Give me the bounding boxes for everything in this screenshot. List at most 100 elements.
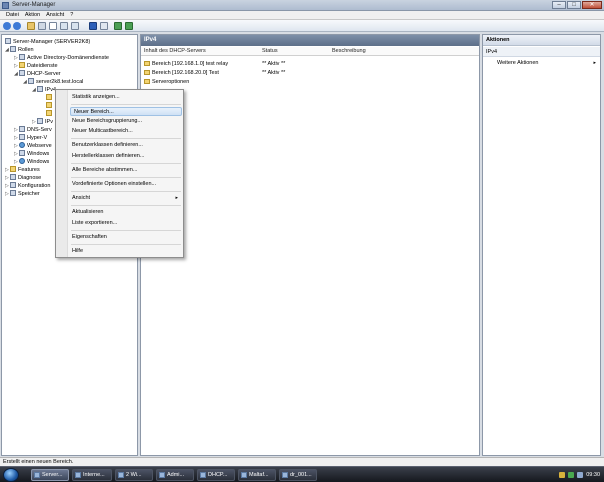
help-icon[interactable] <box>89 22 97 30</box>
menu-item-aktualisieren[interactable]: Aktualisieren <box>69 208 183 217</box>
tree-item-rollen[interactable]: ◢ Rollen <box>5 46 34 54</box>
folder-icon <box>46 94 52 100</box>
tray-volume-icon[interactable] <box>577 472 584 478</box>
folder-icon <box>46 110 52 116</box>
menu-bar: Datei Aktion Ansicht ? <box>0 11 604 20</box>
menu-item-hilfe[interactable]: Hilfe <box>69 247 183 256</box>
roles-icon <box>10 46 16 52</box>
menu-help[interactable]: ? <box>67 11 76 19</box>
show-hide-tree-icon[interactable] <box>38 22 46 30</box>
folder-icon <box>144 70 150 75</box>
actions-section-ipv4[interactable]: IPv4 <box>483 47 600 57</box>
taskbar-item-server-manager[interactable]: Server... <box>31 469 69 481</box>
up-folder-icon[interactable] <box>27 22 35 30</box>
column-header-status[interactable]: Status <box>262 48 278 54</box>
features-icon <box>10 166 16 172</box>
tree-item-features[interactable]: ▷ Features <box>5 166 40 174</box>
clock[interactable]: 09:30 <box>586 472 600 478</box>
config-icon <box>10 182 16 188</box>
submenu-arrow-icon: ▸ <box>175 195 178 201</box>
taskbar-item-dhcp[interactable]: DHCP... <box>197 469 235 481</box>
list-item[interactable]: Serveroptionen <box>141 78 479 86</box>
tree-item-windows-2[interactable]: ▷ Windows <box>14 158 49 166</box>
tree-item-ipv4[interactable]: ◢ IPv4 <box>32 86 56 94</box>
taskbar-item-dr001[interactable]: dr_001... <box>279 469 317 481</box>
column-header-inhalt[interactable]: Inhalt des DHCP-Servers <box>144 48 206 54</box>
title-bar: Server-Manager – □ ✕ <box>0 0 604 11</box>
refresh-icon[interactable] <box>60 22 68 30</box>
tree-item-diagnose[interactable]: ▷ Diagnose <box>5 174 41 182</box>
server-manager-icon <box>2 2 9 9</box>
tree-item-server2k8[interactable]: ◢ server2k8.test.local <box>23 78 83 86</box>
menu-separator <box>71 205 181 206</box>
computer-icon <box>28 78 34 84</box>
back-icon[interactable] <box>3 22 11 30</box>
tray-app-icon[interactable] <box>559 472 566 478</box>
list-item[interactable]: Bereich [192.168.20.0] Test ** Aktiv ** <box>141 69 479 77</box>
menu-item-benutzerklassen[interactable]: Benutzerklassen definieren... <box>69 141 183 150</box>
tree-item-windows-1[interactable]: ▷ Windows <box>14 150 49 158</box>
actions-pane: Aktionen IPv4 Weitere Aktionen ▸ <box>482 34 601 456</box>
minimize-button[interactable]: – <box>552 1 566 9</box>
taskbar-item-admin[interactable]: Admi... <box>156 469 194 481</box>
tree-item-ipv6[interactable]: ▷ IPv <box>32 118 53 126</box>
view-icon[interactable] <box>100 22 108 30</box>
toolbar <box>0 20 604 32</box>
menu-item-neue-bereichsgruppierung[interactable]: Neue Bereichsgruppierung... <box>69 117 183 126</box>
storage-icon <box>10 190 16 196</box>
tree-item-speicher[interactable]: ▷ Speicher <box>5 190 40 198</box>
properties-icon[interactable] <box>49 22 57 30</box>
tree-item-ipv4-child-2[interactable] <box>46 102 54 110</box>
export-icon[interactable] <box>71 22 79 30</box>
menu-separator <box>71 138 181 139</box>
tree-item-hyper-v[interactable]: ▷ Hyper-V <box>14 134 47 142</box>
tree-item-ipv4-child-1[interactable] <box>46 94 54 102</box>
close-button[interactable]: ✕ <box>582 1 602 9</box>
taskbar-item-internet[interactable]: Interne... <box>72 469 112 481</box>
browser-icon <box>75 472 81 478</box>
forward-icon[interactable] <box>13 22 21 30</box>
start-button[interactable] <box>3 468 19 482</box>
tree-item-ad-ds[interactable]: ▷ Active Directory-Domänendienste <box>14 54 109 62</box>
tree-item-webserver[interactable]: ▷ Webserve <box>14 142 52 150</box>
weitere-aktionen-link[interactable]: Weitere Aktionen <box>497 60 538 66</box>
tray-network-icon[interactable] <box>568 472 575 478</box>
menu-item-ansicht[interactable]: Ansicht ▸ <box>69 194 183 203</box>
tree-item-dns-server[interactable]: ▷ DNS-Serv <box>14 126 52 134</box>
menu-datei[interactable]: Datei <box>3 11 22 19</box>
connect-icon[interactable] <box>114 22 122 30</box>
app-icon <box>241 472 247 478</box>
network-icon[interactable] <box>125 22 133 30</box>
window-controls: – □ ✕ <box>552 1 602 9</box>
taskbar: Server... Interne... 2 Wi... Admi... DHC… <box>0 466 604 482</box>
menu-item-vordefinierte-optionen[interactable]: Vordefinierte Optionen einstellen... <box>69 180 183 189</box>
menu-item-neuer-multicastbereich[interactable]: Neuer Multicastbereich... <box>69 127 183 136</box>
menu-item-liste-exportieren[interactable]: Liste exportieren... <box>69 219 183 228</box>
tree-item-server-manager[interactable]: Server-Manager (SERVER2K8) <box>5 38 90 46</box>
folder-icon <box>46 102 52 108</box>
menu-separator <box>71 191 181 192</box>
menu-item-herstellerklassen[interactable]: Herstellerklassen definieren... <box>69 152 183 161</box>
menu-item-eigenschaften[interactable]: Eigenschaften <box>69 233 183 242</box>
menu-ansicht[interactable]: Ansicht <box>43 11 67 19</box>
list-item[interactable]: Bereich [192.168.1.0] test relay ** Akti… <box>141 60 479 68</box>
menu-aktion[interactable]: Aktion <box>22 11 43 19</box>
status-bar: Erstellt einen neuen Bereich. <box>0 457 604 466</box>
menu-item-neuer-bereich[interactable]: Neuer Bereich... <box>70 107 182 116</box>
maximize-button[interactable]: □ <box>567 1 581 9</box>
taskbar-item-windows[interactable]: 2 Wi... <box>115 469 153 481</box>
column-header-beschreibung[interactable]: Beschreibung <box>332 48 366 54</box>
tree-item-dhcp-server[interactable]: ◢ DHCP-Server <box>14 70 61 78</box>
window-title: Server-Manager <box>12 2 56 8</box>
taskbar-item-maltaf[interactable]: Maltaf... <box>238 469 276 481</box>
tree-item-dateidienste[interactable]: ▷ Dateidienste <box>14 62 58 70</box>
web-icon <box>19 142 25 148</box>
menu-gutter <box>56 90 68 257</box>
folder-icon <box>144 61 150 66</box>
tree-item-ipv4-child-3[interactable] <box>46 110 54 118</box>
menu-separator <box>71 163 181 164</box>
menu-item-bereiche-abstimmen[interactable]: Alle Bereiche abstimmen... <box>69 166 183 175</box>
actions-title: Aktionen <box>483 35 600 46</box>
menu-item-statistik[interactable]: Statistik anzeigen... <box>69 93 183 102</box>
tree-item-konfiguration[interactable]: ▷ Konfiguration <box>5 182 50 190</box>
